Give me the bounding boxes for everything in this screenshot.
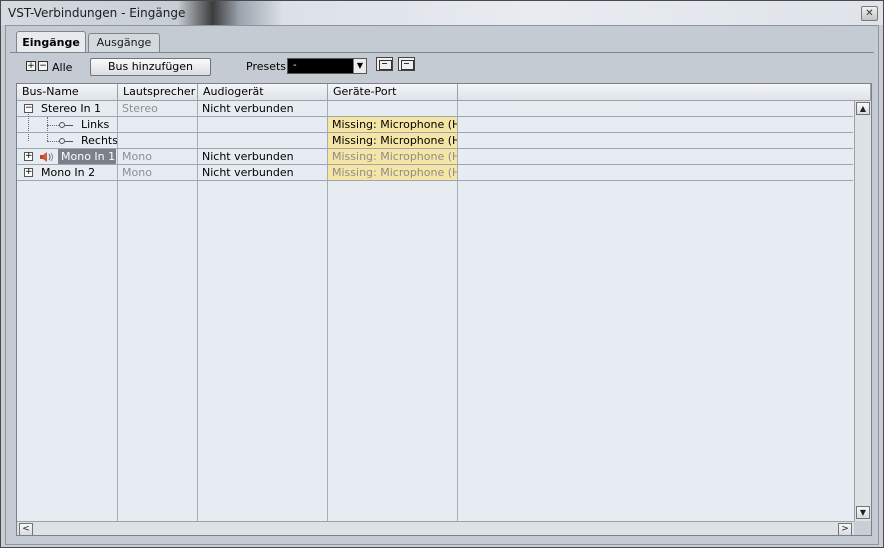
table-row[interactable]: Links Missing: Microphone (Hi — [17, 117, 853, 133]
expand-icon[interactable]: + — [24, 168, 33, 177]
device-port-cell[interactable]: Missing: Microphone (Hi — [328, 133, 457, 148]
speaker-cell[interactable] — [117, 117, 197, 132]
presets-value: - — [293, 60, 297, 71]
table-row[interactable]: + Mono In 1 Mono Nicht verbunden Missing… — [17, 149, 853, 165]
vst-connections-window: VST-Verbindungen - Eingänge ✕ Eingänge A… — [0, 0, 884, 548]
client-area: Eingänge Ausgänge + − Alle Bus hinzufüge… — [5, 25, 879, 545]
audio-device-cell[interactable]: Nicht verbunden — [197, 101, 327, 116]
bus-name-cell[interactable]: Mono In 1 — [58, 149, 116, 164]
add-bus-button[interactable]: Bus hinzufügen — [90, 58, 211, 76]
device-port-cell[interactable]: Missing: Microphone (Hi — [328, 165, 457, 180]
column-header-device-port[interactable]: Geräte-Port — [328, 84, 458, 101]
tab-ausgaenge[interactable]: Ausgänge — [88, 33, 160, 53]
vertical-scrollbar[interactable]: ▲ ▼ — [854, 101, 871, 521]
collapse-icon[interactable]: − — [24, 104, 33, 113]
tree-line — [65, 141, 73, 142]
audio-device-cell[interactable]: Nicht verbunden — [197, 165, 327, 180]
audio-device-cell[interactable] — [197, 117, 327, 132]
scroll-left-button[interactable]: < — [19, 523, 33, 535]
device-port-cell[interactable] — [327, 101, 457, 116]
device-port-cell[interactable]: Missing: Microphone (Hi — [328, 149, 457, 164]
store-preset-icon[interactable] — [376, 57, 393, 71]
collapse-all-icon[interactable]: − — [38, 61, 48, 71]
presets-dropdown[interactable]: - ▼ — [287, 58, 367, 74]
audio-device-cell[interactable] — [197, 133, 327, 148]
presets-label: Presets — [246, 60, 287, 73]
speaker-cell[interactable]: Mono — [117, 149, 197, 164]
bus-name-cell[interactable]: Links — [76, 117, 117, 132]
column-header-bus-name[interactable]: Bus-Name — [17, 84, 118, 101]
tree-line — [65, 125, 73, 126]
bus-name-cell[interactable]: Rechts — [76, 133, 117, 148]
table-row[interactable]: − Stereo In 1 Stereo Nicht verbunden — [17, 101, 853, 117]
all-label: Alle — [52, 61, 73, 74]
toolbar: + − Alle Bus hinzufügen Presets - ▼ — [10, 53, 874, 81]
expand-all-icon[interactable]: + — [26, 61, 36, 71]
tree-line — [47, 141, 59, 142]
scroll-down-button[interactable]: ▼ — [856, 506, 870, 519]
speaker-cell[interactable]: Mono — [117, 165, 197, 180]
device-port-cell[interactable]: Missing: Microphone (Hi — [328, 117, 457, 132]
chevron-down-icon[interactable]: ▼ — [353, 59, 366, 73]
bus-name-cell[interactable]: Mono In 2 — [36, 165, 117, 180]
expand-icon[interactable]: + — [24, 152, 33, 161]
window-title: VST-Verbindungen - Eingänge — [8, 6, 186, 20]
tree-line — [47, 125, 59, 126]
horizontal-scrollbar[interactable]: < > — [17, 521, 854, 535]
column-header-speaker[interactable]: Lautsprecher — [118, 84, 198, 101]
audio-device-cell[interactable]: Nicht verbunden — [197, 149, 327, 164]
column-header-audio-device[interactable]: Audiogerät — [198, 84, 328, 101]
remove-preset-icon[interactable] — [398, 57, 415, 71]
column-header-empty — [458, 84, 871, 101]
table-row[interactable]: Rechts Missing: Microphone (Hi — [17, 133, 853, 149]
speaker-icon[interactable] — [39, 151, 55, 163]
scroll-right-button[interactable]: > — [838, 523, 852, 535]
speaker-cell[interactable] — [117, 133, 197, 148]
bus-table: Bus-Name Lautsprecher Audiogerät Geräte-… — [16, 83, 872, 536]
speaker-cell[interactable]: Stereo — [117, 101, 197, 116]
scroll-up-button[interactable]: ▲ — [856, 102, 870, 115]
title-bar[interactable]: VST-Verbindungen - Eingänge ✕ — [1, 1, 883, 25]
scrollbar-corner — [854, 521, 871, 535]
tab-eingaenge[interactable]: Eingänge — [16, 31, 86, 53]
table-row[interactable]: + Mono In 2 Mono Nicht verbunden Missing… — [17, 165, 853, 181]
bus-name-cell[interactable]: Stereo In 1 — [36, 101, 117, 116]
close-button[interactable]: ✕ — [861, 6, 878, 21]
